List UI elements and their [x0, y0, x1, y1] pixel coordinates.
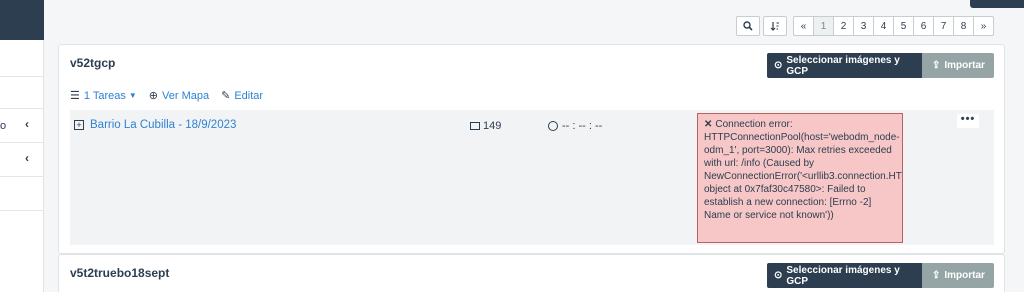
pagination-page[interactable]: 4	[873, 16, 894, 36]
search-icon	[743, 21, 753, 31]
edit-label: Editar	[234, 89, 264, 102]
chevron-left-icon[interactable]: ‹	[25, 117, 29, 131]
tasks-link: 1 Tareas	[83, 89, 126, 102]
clock-icon	[548, 121, 558, 131]
sidebar-divider	[0, 108, 44, 109]
project-card: v52tgcp ⊙ Seleccionar imágenes y GCP ⇪ I…	[58, 44, 1005, 254]
view-map-label: Ver Mapa	[162, 89, 210, 102]
sort-button[interactable]	[763, 16, 787, 36]
edit-link[interactable]: ✎ Editar	[221, 89, 264, 103]
project-actions: ☰ 1 Tareas ▼ ⊕ Ver Mapa ✎ Editar	[70, 89, 275, 103]
import-button[interactable]: ⇪ Importar	[922, 53, 994, 78]
select-images-button[interactable]: ⊙ Seleccionar imágenes y GCP	[767, 53, 922, 78]
sidebar-divider	[0, 142, 44, 143]
import-label: Importar	[944, 270, 985, 281]
pagination-page[interactable]: 1	[813, 16, 834, 36]
error-x-icon: ✕	[704, 119, 713, 130]
sidebar-divider	[0, 176, 44, 177]
project-card: v5t2truebo18sept ⊙ Seleccionar imágenes …	[58, 254, 1005, 292]
tasks-toggle[interactable]: ☰ 1 Tareas ▼	[70, 89, 137, 103]
edit-icon: ✎	[221, 90, 231, 102]
view-map-link[interactable]: ⊕ Ver Mapa	[148, 89, 210, 103]
project-name: v5t2truebo18sept	[70, 266, 170, 280]
search-button[interactable]	[736, 16, 760, 36]
error-body: HTTPConnectionPool(host='webodm_node-odm…	[704, 132, 902, 221]
error-title: Connection error:	[715, 119, 793, 130]
sidebar-item-label[interactable]: o	[0, 120, 6, 132]
sort-icon	[770, 22, 779, 31]
pagination-next[interactable]: »	[973, 16, 994, 36]
pagination-page[interactable]: 6	[913, 16, 934, 36]
sidebar-divider	[0, 76, 44, 77]
pagination-page[interactable]: 8	[953, 16, 974, 36]
pagination-prev[interactable]: «	[793, 16, 814, 36]
pagination-page[interactable]: 7	[933, 16, 954, 36]
more-options-button[interactable]: •••	[957, 114, 979, 128]
image-icon	[470, 122, 480, 130]
pagination-page[interactable]: 2	[833, 16, 854, 36]
upload-circle-icon: ⊙	[774, 270, 783, 281]
sidebar: o ‹ ‹	[0, 0, 44, 292]
chevron-left-icon[interactable]: ‹	[25, 151, 29, 165]
pagination: « 1 2 3 4 5 6 7 8 »	[793, 16, 994, 36]
image-count: 149	[470, 120, 501, 132]
import-icon: ⇪	[932, 270, 941, 281]
expand-icon[interactable]: +	[74, 120, 84, 130]
globe-icon: ⊕	[148, 90, 159, 102]
import-icon: ⇪	[932, 60, 941, 71]
select-images-label: Seleccionar imágenes y GCP	[786, 264, 900, 287]
caret-down-icon: ▼	[128, 91, 137, 100]
pagination-page[interactable]: 5	[893, 16, 914, 36]
sidebar-active-item[interactable]	[0, 0, 44, 40]
task-name-link[interactable]: Barrio La Cubilla - 18/9/2023	[90, 119, 236, 131]
image-count-value: 149	[483, 120, 502, 132]
pagination-page[interactable]: 3	[853, 16, 874, 36]
error-message: ✕ Connection error: HTTPConnectionPool(ho…	[697, 113, 903, 243]
sidebar-divider	[0, 210, 44, 211]
project-name: v52tgcp	[70, 56, 116, 70]
task-duration: -- : -- : --	[548, 120, 602, 132]
top-action-button[interactable]	[970, 0, 1024, 8]
task-row: + Barrio La Cubilla - 18/9/2023 149 -- :…	[70, 110, 994, 245]
select-images-label: Seleccionar imágenes y GCP	[786, 54, 900, 77]
import-button[interactable]: ⇪ Importar	[922, 263, 994, 288]
select-images-button[interactable]: ⊙ Seleccionar imágenes y GCP	[767, 263, 922, 288]
import-label: Importar	[944, 60, 985, 71]
duration-value: -- : -- : --	[562, 120, 603, 132]
list-icon: ☰	[70, 90, 80, 102]
upload-circle-icon: ⊙	[774, 60, 783, 71]
